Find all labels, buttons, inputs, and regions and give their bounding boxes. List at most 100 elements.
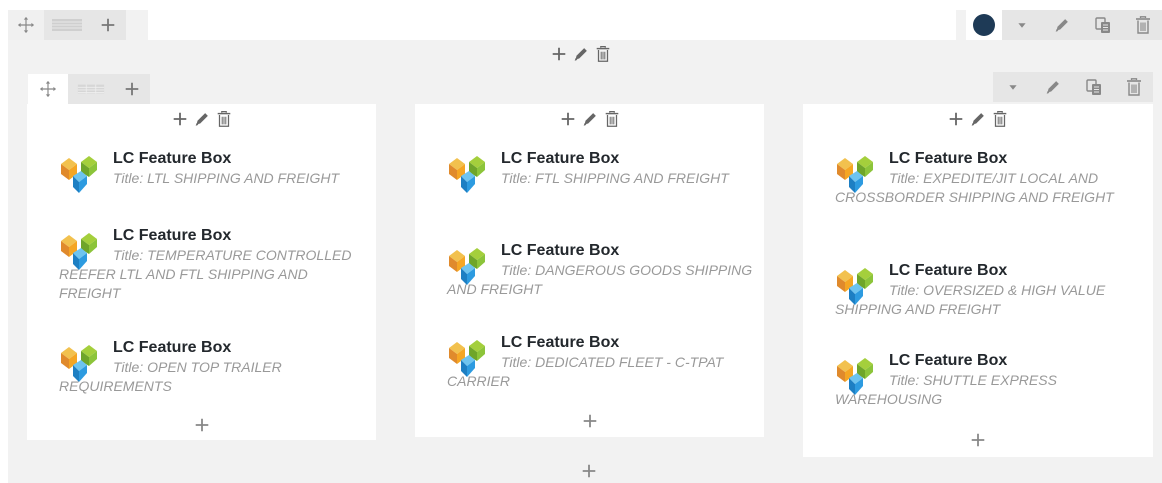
row-inline-add-button[interactable] [549, 44, 569, 64]
column-1: LC Feature Box Title: LTL SHIPPING AND F… [27, 104, 376, 440]
layout-icon [76, 82, 106, 96]
column-delete-button[interactable] [990, 109, 1010, 129]
feature-box-logo-icon [447, 244, 487, 286]
feature-box[interactable]: LC Feature Box Title: FTL SHIPPING AND F… [447, 149, 754, 188]
feature-box[interactable]: LC Feature Box Title: OVERSIZED & HIGH V… [835, 261, 1143, 319]
row-add-button[interactable] [90, 10, 126, 40]
feature-box-logo-icon [59, 341, 99, 383]
duplicate-icon [1084, 77, 1104, 97]
feature-box-subtitle: Title: OVERSIZED & HIGH VALUE SHIPPING A… [835, 282, 1106, 317]
feature-box-subtitle: Title: SHUTTLE EXPRESS WAREHOUSING [835, 372, 1057, 407]
plus-icon [99, 16, 117, 34]
row-delete-button[interactable] [1124, 10, 1162, 40]
row-add-section-button[interactable] [577, 460, 601, 482]
trash-icon [603, 110, 621, 128]
trash-icon [594, 45, 612, 63]
column-edit-button[interactable] [968, 109, 988, 129]
row-move-button[interactable] [8, 10, 44, 40]
row-layout-button[interactable] [44, 10, 90, 40]
feature-box-logo-icon [447, 336, 487, 378]
plus-icon [581, 412, 599, 430]
pencil-icon [572, 45, 590, 63]
section-toolbar-left [28, 74, 150, 104]
pencil-icon [581, 110, 599, 128]
duplicate-icon [1093, 15, 1113, 35]
column-add-button[interactable] [946, 109, 966, 129]
column-edit-button[interactable] [580, 109, 600, 129]
pencil-icon [1044, 78, 1062, 96]
plus-icon [969, 431, 987, 449]
move-icon [17, 16, 35, 34]
feature-box-subtitle: Title: DEDICATED FLEET - C-TPAT CARRIER [447, 354, 724, 389]
column-actions [27, 108, 376, 130]
column-actions [803, 108, 1153, 130]
color-dot-icon [973, 14, 995, 36]
layout-icon [51, 17, 83, 33]
section-layout-button[interactable] [68, 74, 114, 104]
section-add-button[interactable] [114, 74, 150, 104]
feature-box-subtitle: Title: FTL SHIPPING AND FREIGHT [501, 170, 729, 186]
row-color-button[interactable] [966, 10, 1002, 40]
column-actions [415, 108, 764, 130]
column-delete-button[interactable] [214, 109, 234, 129]
feature-box[interactable]: LC Feature Box Title: OPEN TOP TRAILER R… [59, 338, 366, 396]
feature-box-subtitle: Title: DANGEROUS GOODS SHIPPING AND FREI… [447, 262, 753, 297]
feature-box[interactable]: LC Feature Box Title: DANGEROUS GOODS SH… [447, 241, 754, 299]
column-add-button[interactable] [170, 109, 190, 129]
feature-box-logo-icon [447, 152, 487, 194]
column-edit-button[interactable] [192, 109, 212, 129]
column-add-element-button[interactable] [27, 414, 376, 436]
column-delete-button[interactable] [602, 109, 622, 129]
trash-icon [1124, 77, 1144, 97]
plus-icon [123, 80, 141, 98]
row-edit-button[interactable] [1042, 10, 1082, 40]
feature-box-logo-icon [835, 152, 875, 194]
column-add-element-button[interactable] [803, 429, 1153, 451]
section-edit-button[interactable] [1033, 72, 1073, 102]
trash-icon [991, 110, 1009, 128]
plus-icon [559, 110, 577, 128]
trash-icon [1133, 15, 1153, 35]
chevron-down-icon [1004, 78, 1022, 96]
feature-box-name: LC Feature Box [889, 150, 1008, 167]
column-3: LC Feature Box Title: EXPEDITE/JIT LOCAL… [803, 104, 1153, 457]
section-move-button[interactable] [28, 74, 68, 104]
feature-box-subtitle: Title: LTL SHIPPING AND FREIGHT [113, 170, 339, 186]
feature-box-name: LC Feature Box [113, 227, 232, 244]
plus-icon [550, 45, 568, 63]
feature-box-name: LC Feature Box [501, 150, 620, 167]
row-inline-actions [0, 43, 1162, 65]
row-inline-delete-button[interactable] [593, 44, 613, 64]
section-duplicate-button[interactable] [1073, 72, 1115, 102]
feature-box-logo-icon [59, 152, 99, 194]
pencil-icon [969, 110, 987, 128]
plus-icon [580, 462, 598, 480]
row-inline-edit-button[interactable] [571, 44, 591, 64]
trash-icon [215, 110, 233, 128]
feature-box-name: LC Feature Box [889, 352, 1008, 369]
feature-box[interactable]: LC Feature Box Title: EXPEDITE/JIT LOCAL… [835, 149, 1143, 207]
feature-box-subtitle: Title: OPEN TOP TRAILER REQUIREMENTS [59, 359, 282, 394]
feature-box[interactable]: LC Feature Box Title: TEMPERATURE CONTRO… [59, 226, 366, 303]
row-toolbar-right [966, 10, 1162, 40]
pencil-icon [193, 110, 211, 128]
column-add-button[interactable] [558, 109, 578, 129]
plus-icon [171, 110, 189, 128]
section-dropdown-button[interactable] [993, 72, 1033, 102]
feature-box-subtitle: Title: TEMPERATURE CONTROLLED REEFER LTL… [59, 247, 352, 301]
section-delete-button[interactable] [1115, 72, 1153, 102]
feature-box[interactable]: LC Feature Box Title: SHUTTLE EXPRESS WA… [835, 351, 1143, 409]
plus-icon [193, 416, 211, 434]
pencil-icon [1053, 16, 1071, 34]
feature-box[interactable]: LC Feature Box Title: DEDICATED FLEET - … [447, 333, 754, 391]
feature-box-logo-icon [59, 229, 99, 271]
chevron-down-icon [1013, 16, 1031, 34]
row-dropdown-button[interactable] [1002, 10, 1042, 40]
column-add-element-button[interactable] [415, 410, 764, 432]
feature-box-name: LC Feature Box [501, 242, 620, 259]
section-toolbar-right [993, 72, 1153, 102]
row-top-strip [148, 10, 956, 40]
feature-box[interactable]: LC Feature Box Title: LTL SHIPPING AND F… [59, 149, 366, 188]
row-duplicate-button[interactable] [1082, 10, 1124, 40]
plus-icon [947, 110, 965, 128]
